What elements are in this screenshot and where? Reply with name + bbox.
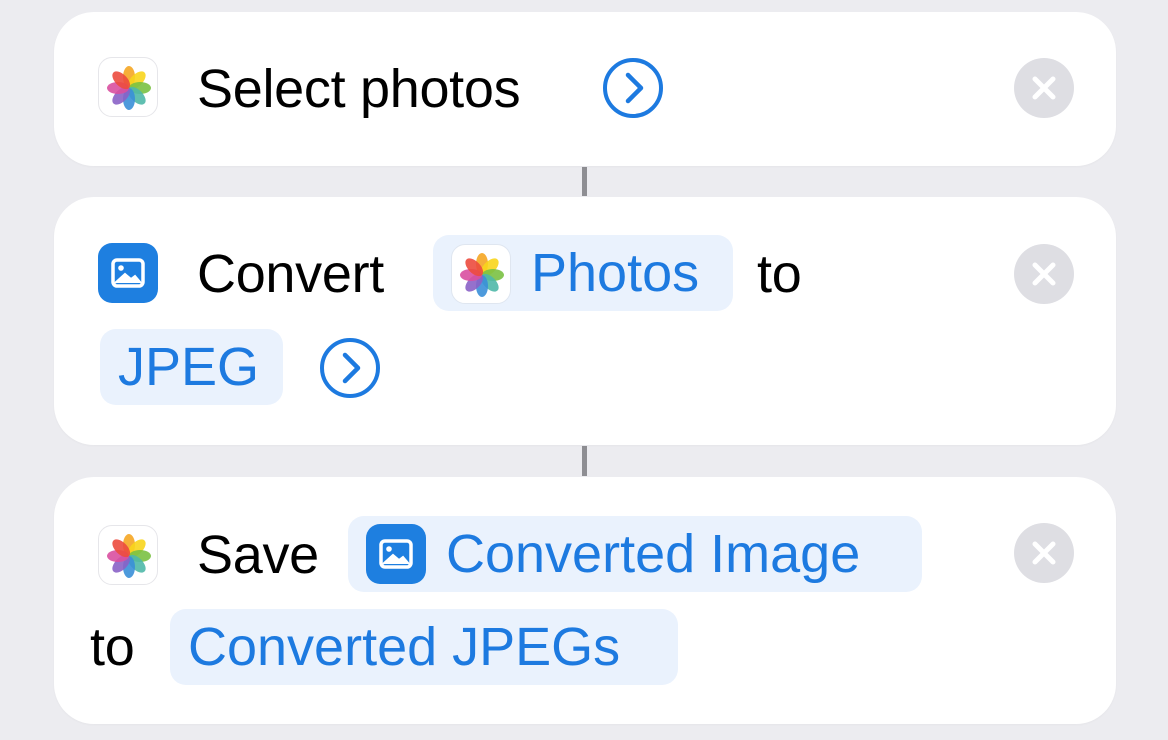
- action-verb: Save: [197, 525, 319, 585]
- close-icon: [1032, 76, 1056, 100]
- image-icon: [98, 243, 158, 303]
- photos-app-icon: [451, 244, 511, 304]
- token-label: JPEG: [118, 337, 260, 397]
- token-label: Converted JPEGs: [188, 617, 621, 677]
- action-card-select-photos[interactable]: Select photos: [54, 12, 1116, 166]
- remove-action-button[interactable]: [1014, 523, 1074, 583]
- action-title: Select photos: [197, 59, 521, 119]
- remove-action-button[interactable]: [1014, 58, 1074, 118]
- converted-image-token[interactable]: Converted Image: [348, 516, 922, 592]
- connector-word: to: [757, 244, 802, 304]
- photos-app-icon: [98, 525, 158, 585]
- action-connector: [582, 446, 587, 476]
- chevron-right-circle-icon[interactable]: [602, 57, 664, 119]
- album-token[interactable]: Converted JPEGs: [170, 609, 678, 685]
- format-token[interactable]: JPEG: [100, 329, 283, 405]
- photos-input-token[interactable]: Photos: [433, 235, 733, 311]
- token-label: Photos: [531, 243, 700, 303]
- action-card-save[interactable]: Save Converted Image to Converted JPEGs: [54, 477, 1116, 724]
- token-label: Converted Image: [446, 524, 861, 584]
- image-icon: [366, 524, 426, 584]
- connector-word: to: [90, 617, 135, 677]
- remove-action-button[interactable]: [1014, 244, 1074, 304]
- action-card-convert[interactable]: Convert Photos to JPEG: [54, 197, 1116, 445]
- close-icon: [1032, 541, 1056, 565]
- close-icon: [1032, 262, 1056, 286]
- action-connector: [582, 167, 587, 196]
- action-verb: Convert: [197, 244, 384, 304]
- photos-app-icon: [98, 57, 158, 117]
- chevron-right-circle-icon[interactable]: [319, 337, 381, 399]
